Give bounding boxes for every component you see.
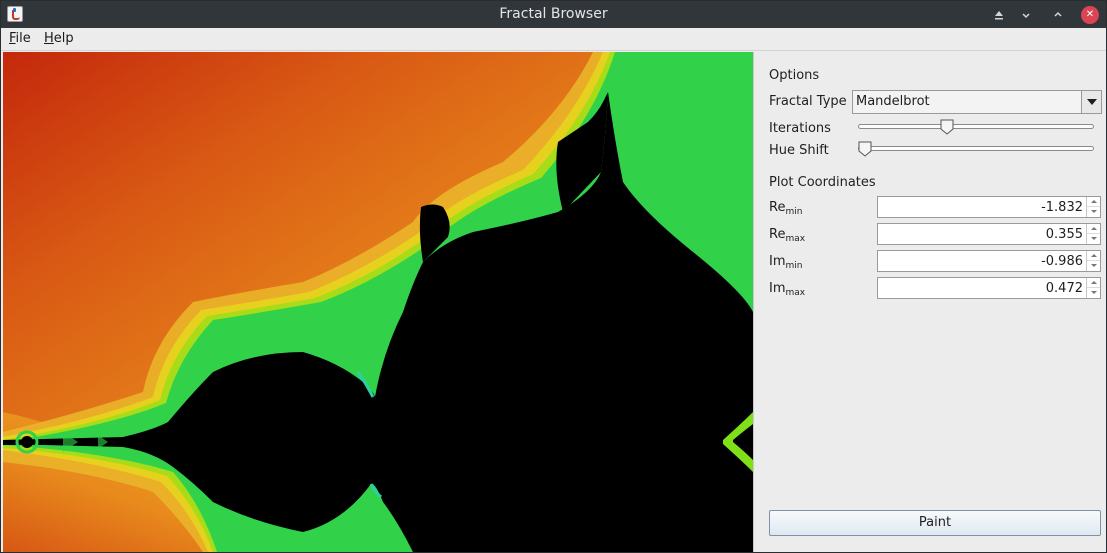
spinner-down-icon[interactable] — [1087, 288, 1100, 298]
menu-bar: File Help — [1, 28, 1106, 51]
title-bar[interactable]: Fractal Browser ✕ — [1, 1, 1106, 28]
keep-above-icon[interactable] — [990, 6, 1008, 24]
menu-help-mnemonic: H — [44, 31, 54, 46]
spinner-down-icon[interactable] — [1087, 207, 1100, 217]
im-max-value[interactable]: 0.472 — [1046, 281, 1083, 296]
im-max-spinner-buttons — [1086, 278, 1100, 298]
re-min-value[interactable]: -1.832 — [1041, 200, 1083, 215]
iterations-label: Iterations — [769, 121, 831, 136]
menu-file-label: ile — [15, 31, 31, 46]
menu-file[interactable]: File — [9, 31, 31, 46]
fractal-type-value: Mandelbrot — [856, 94, 930, 109]
re-min-label-base: Re — [769, 200, 786, 215]
im-min-label-base: Im — [769, 254, 786, 269]
spinner-up-icon[interactable] — [1087, 278, 1100, 288]
iterations-slider-track[interactable] — [858, 124, 1094, 129]
re-max-spinner[interactable]: 0.355 — [877, 223, 1101, 245]
re-min-label: Remin — [769, 200, 802, 217]
re-min-spinner[interactable]: -1.832 — [877, 196, 1101, 218]
spinner-up-icon[interactable] — [1087, 224, 1100, 234]
hue-shift-slider-track[interactable] — [858, 146, 1094, 151]
re-max-label-base: Re — [769, 227, 786, 242]
im-min-spinner[interactable]: -0.986 — [877, 250, 1101, 272]
spinner-down-icon[interactable] — [1087, 261, 1100, 271]
fractal-type-select[interactable]: Mandelbrot — [852, 90, 1102, 114]
hue-shift-slider[interactable] — [858, 141, 1094, 157]
window-title: Fractal Browser — [499, 6, 608, 22]
im-max-label-base: Im — [769, 281, 786, 296]
spinner-up-icon[interactable] — [1087, 197, 1100, 207]
paint-button[interactable]: Paint — [769, 510, 1101, 536]
im-min-label: Immin — [769, 254, 802, 271]
menu-help[interactable]: Help — [44, 31, 74, 46]
im-min-value[interactable]: -0.986 — [1041, 254, 1083, 269]
re-min-spinner-buttons — [1086, 197, 1100, 217]
im-max-spinner[interactable]: 0.472 — [877, 277, 1101, 299]
re-min-label-sub: min — [785, 207, 803, 217]
re-max-label: Remax — [769, 227, 805, 244]
iterations-slider[interactable] — [858, 119, 1094, 135]
plot-coordinates-title: Plot Coordinates — [769, 175, 876, 190]
dropdown-arrow-icon[interactable] — [1081, 91, 1101, 113]
fractal-image — [3, 52, 753, 552]
app-window: Fractal Browser ✕ File Help Options Frac… — [0, 0, 1107, 553]
spinner-up-icon[interactable] — [1087, 251, 1100, 261]
im-max-label-sub: max — [785, 288, 806, 298]
im-max-label: Immax — [769, 281, 805, 298]
spinner-down-icon[interactable] — [1087, 234, 1100, 244]
re-max-label-sub: max — [785, 234, 806, 244]
close-icon[interactable]: ✕ — [1081, 6, 1099, 24]
re-max-value[interactable]: 0.355 — [1046, 227, 1083, 242]
im-min-spinner-buttons — [1086, 251, 1100, 271]
maximize-icon[interactable] — [1049, 6, 1067, 24]
fractal-type-label: Fractal Type — [769, 94, 847, 109]
im-min-label-sub: min — [785, 261, 803, 271]
fractal-canvas[interactable] — [3, 52, 753, 552]
hue-shift-slider-thumb[interactable] — [858, 141, 872, 157]
re-max-spinner-buttons — [1086, 224, 1100, 244]
hue-shift-label: Hue Shift — [769, 143, 829, 158]
options-panel: Options Fractal Type Mandelbrot Iteratio… — [753, 52, 1106, 552]
menu-help-label: elp — [53, 31, 74, 46]
options-title: Options — [769, 68, 820, 83]
iterations-slider-thumb[interactable] — [940, 119, 954, 135]
minimize-icon[interactable] — [1017, 6, 1035, 24]
